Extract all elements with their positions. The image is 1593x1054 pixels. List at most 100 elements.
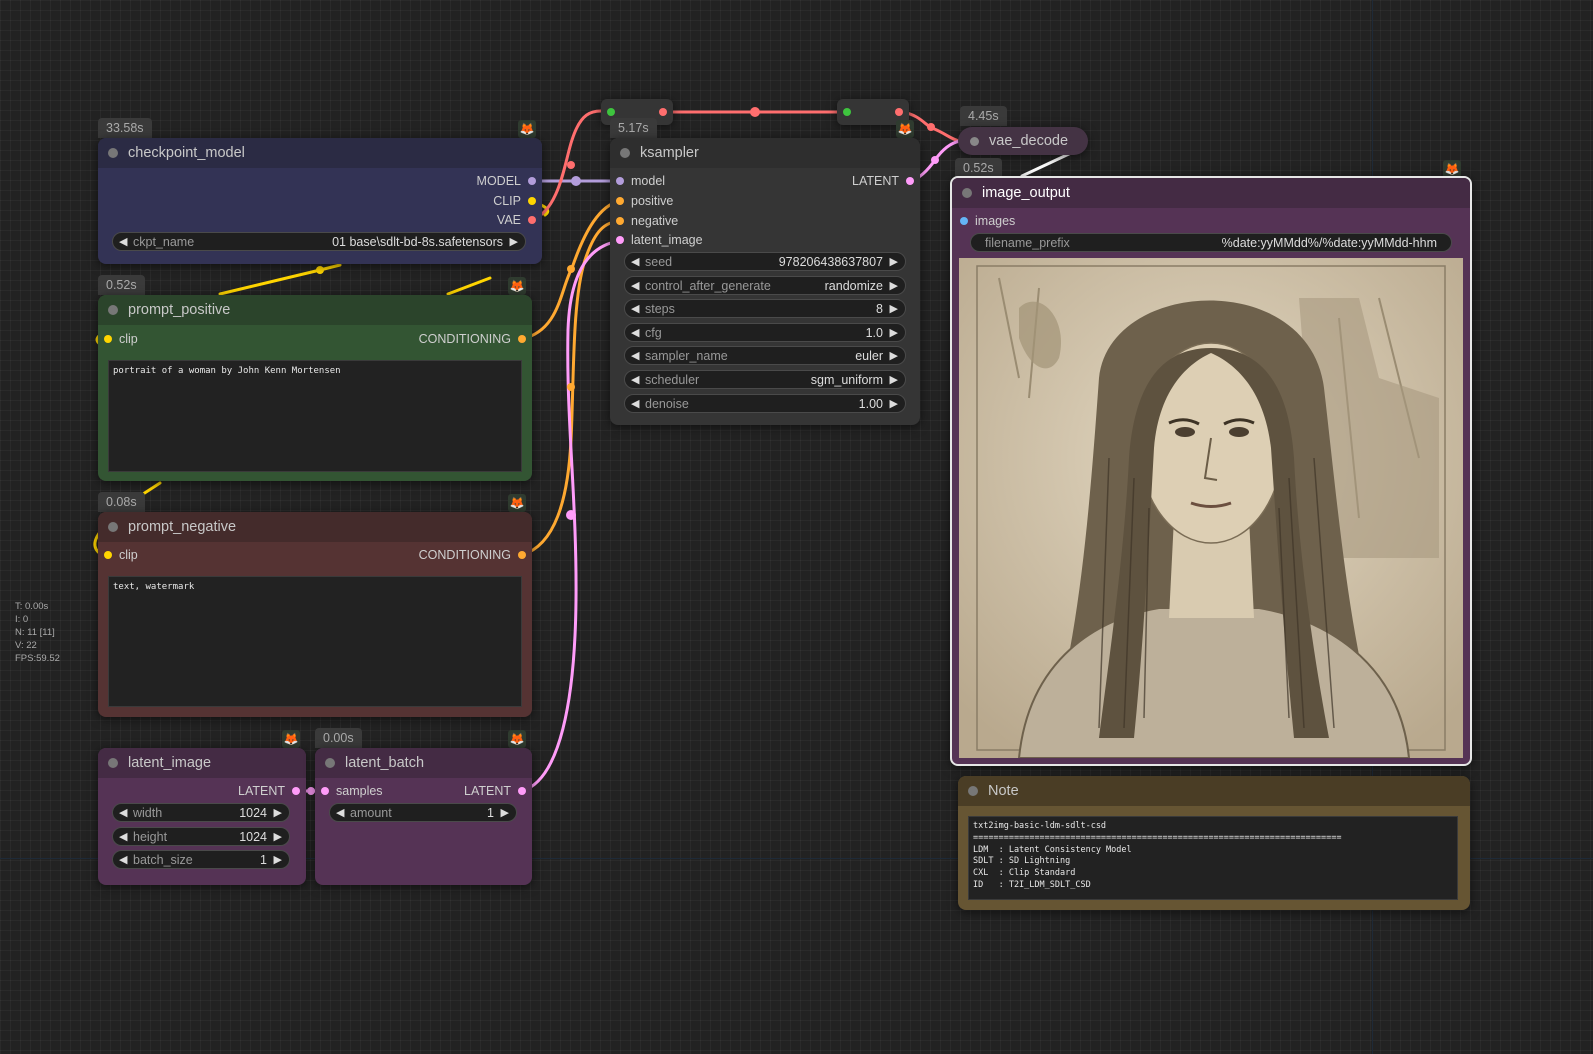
right-arrow-icon[interactable]: ▶	[890, 300, 898, 319]
vae-decode-node[interactable]: vae_decode	[958, 127, 1088, 155]
cfg-stepper[interactable]: ◀ cfg 1.0 ▶	[624, 323, 906, 342]
prompt-positive-node[interactable]: prompt_positive clip CONDITIONING portra…	[98, 295, 532, 481]
filename-prefix-field[interactable]: filename_prefix %date:yyMMdd%/%date:yyMM…	[970, 233, 1452, 252]
height-stepper[interactable]: ◀ height 1024 ▶	[112, 827, 290, 846]
input-slot-latent-image[interactable]: latent_image	[616, 231, 703, 249]
output-image-preview[interactable]	[959, 258, 1463, 758]
input-slot-clip[interactable]: clip	[104, 546, 138, 564]
denoise-stepper[interactable]: ◀ denoise 1.00 ▶	[624, 394, 906, 413]
node-title-bar[interactable]: prompt_negative	[98, 512, 532, 542]
dot-icon[interactable]	[906, 176, 914, 185]
sampler-name-combo[interactable]: ◀ sampler_name euler ▶	[624, 346, 906, 365]
right-arrow-icon[interactable]: ▶	[510, 233, 518, 252]
right-arrow-icon[interactable]: ▶	[890, 371, 898, 390]
right-arrow-icon[interactable]: ▶	[274, 851, 282, 870]
fox-icon[interactable]: 🦊	[282, 730, 300, 748]
node-title-bar[interactable]: checkpoint_model	[98, 138, 542, 168]
dot-icon[interactable]	[528, 176, 536, 185]
left-arrow-icon[interactable]: ◀	[631, 324, 639, 343]
output-slot-conditioning[interactable]: CONDITIONING	[419, 330, 526, 348]
output-slot-model[interactable]: MODEL	[477, 172, 536, 190]
left-arrow-icon[interactable]: ◀	[119, 804, 127, 823]
collapse-dot-icon[interactable]	[108, 758, 118, 768]
right-arrow-icon[interactable]: ▶	[274, 804, 282, 823]
output-slot-conditioning[interactable]: CONDITIONING	[419, 546, 526, 564]
collapse-dot-icon[interactable]	[620, 148, 630, 158]
collapse-dot-icon[interactable]	[962, 188, 972, 198]
input-slot-samples[interactable]: samples	[321, 782, 383, 800]
right-arrow-icon[interactable]: ▶	[501, 804, 509, 823]
seed-stepper[interactable]: ◀ seed 978206438637807 ▶	[624, 252, 906, 271]
left-arrow-icon[interactable]: ◀	[119, 233, 127, 252]
dot-icon[interactable]	[960, 216, 968, 225]
output-slot-latent[interactable]: LATENT	[464, 782, 526, 800]
dot-icon[interactable]	[607, 108, 615, 116]
collapse-dot-icon[interactable]	[325, 758, 335, 768]
input-slot-positive[interactable]: positive	[616, 192, 673, 210]
dot-icon[interactable]	[292, 786, 300, 795]
output-slot-latent[interactable]: LATENT	[852, 172, 914, 190]
output-slot-vae[interactable]: VAE	[497, 211, 536, 229]
latent-image-node[interactable]: latent_image LATENT ◀ width 1024 ▶ ◀ hei…	[98, 748, 306, 885]
ksampler-node[interactable]: ksampler model positive negative latent_…	[610, 138, 920, 425]
amount-stepper[interactable]: ◀ amount 1 ▶	[329, 803, 517, 822]
checkpoint-model-node[interactable]: checkpoint_model MODEL CLIP VAE ◀ ckpt_n…	[98, 138, 542, 264]
left-arrow-icon[interactable]: ◀	[336, 804, 344, 823]
output-slot-clip[interactable]: CLIP	[493, 192, 536, 210]
left-arrow-icon[interactable]: ◀	[631, 300, 639, 319]
input-slot-clip[interactable]: clip	[104, 330, 138, 348]
dot-icon[interactable]	[518, 786, 526, 795]
collapse-dot-icon[interactable]	[108, 148, 118, 158]
scheduler-combo[interactable]: ◀ scheduler sgm_uniform ▶	[624, 370, 906, 389]
dot-icon[interactable]	[616, 196, 624, 205]
dot-icon[interactable]	[616, 235, 624, 244]
collapse-dot-icon[interactable]	[108, 522, 118, 532]
dot-icon[interactable]	[843, 108, 851, 116]
input-slot-model[interactable]: model	[616, 172, 665, 190]
batch-size-stepper[interactable]: ◀ batch_size 1 ▶	[112, 850, 290, 869]
left-arrow-icon[interactable]: ◀	[631, 253, 639, 272]
prompt-text-area[interactable]: text, watermark	[108, 576, 522, 707]
fox-icon[interactable]: 🦊	[508, 277, 526, 295]
node-title-bar[interactable]: latent_batch	[315, 748, 532, 778]
node-title-bar[interactable]: ksampler	[610, 138, 920, 168]
right-arrow-icon[interactable]: ▶	[274, 828, 282, 847]
input-slot-images[interactable]: images	[960, 212, 1015, 230]
control-after-generate-combo[interactable]: ◀ control_after_generate randomize ▶	[624, 276, 906, 295]
fox-icon[interactable]: 🦊	[508, 730, 526, 748]
fox-icon[interactable]: 🦊	[896, 120, 914, 138]
node-title-bar[interactable]: latent_image	[98, 748, 306, 778]
dot-icon[interactable]	[895, 108, 903, 116]
width-stepper[interactable]: ◀ width 1024 ▶	[112, 803, 290, 822]
right-arrow-icon[interactable]: ▶	[890, 253, 898, 272]
dot-icon[interactable]	[104, 334, 112, 343]
dot-icon[interactable]	[616, 216, 624, 225]
left-arrow-icon[interactable]: ◀	[631, 347, 639, 366]
left-arrow-icon[interactable]: ◀	[119, 828, 127, 847]
right-arrow-icon[interactable]: ▶	[890, 324, 898, 343]
right-arrow-icon[interactable]: ▶	[890, 395, 898, 414]
prompt-negative-node[interactable]: prompt_negative clip CONDITIONING text, …	[98, 512, 532, 717]
ckpt-name-combo[interactable]: ◀ ckpt_name 01 base\sdlt-bd-8s.safetenso…	[112, 232, 526, 251]
note-node[interactable]: Note txt2img-basic-ldm-sdlt-csd ========…	[958, 776, 1470, 910]
node-title-bar[interactable]: image_output	[952, 178, 1470, 208]
dot-icon[interactable]	[528, 196, 536, 205]
collapse-dot-icon[interactable]	[108, 305, 118, 315]
dot-icon[interactable]	[321, 786, 329, 795]
dot-icon[interactable]	[659, 108, 667, 116]
note-text-area[interactable]: txt2img-basic-ldm-sdlt-csd =============…	[968, 816, 1458, 900]
collapse-dot-icon[interactable]	[968, 786, 978, 796]
node-title-bar[interactable]: prompt_positive	[98, 295, 532, 325]
left-arrow-icon[interactable]: ◀	[631, 395, 639, 414]
fox-icon[interactable]: 🦊	[508, 494, 526, 512]
node-title-bar[interactable]: Note	[958, 776, 1470, 806]
prompt-text-area[interactable]: portrait of a woman by John Kenn Mortens…	[108, 360, 522, 472]
dot-icon[interactable]	[528, 215, 536, 224]
input-slot-negative[interactable]: negative	[616, 212, 678, 230]
image-output-node[interactable]: image_output images filename_prefix %dat…	[950, 176, 1472, 766]
steps-stepper[interactable]: ◀ steps 8 ▶	[624, 299, 906, 318]
right-arrow-icon[interactable]: ▶	[890, 347, 898, 366]
left-arrow-icon[interactable]: ◀	[631, 371, 639, 390]
dot-icon[interactable]	[104, 550, 112, 559]
left-arrow-icon[interactable]: ◀	[631, 277, 639, 296]
